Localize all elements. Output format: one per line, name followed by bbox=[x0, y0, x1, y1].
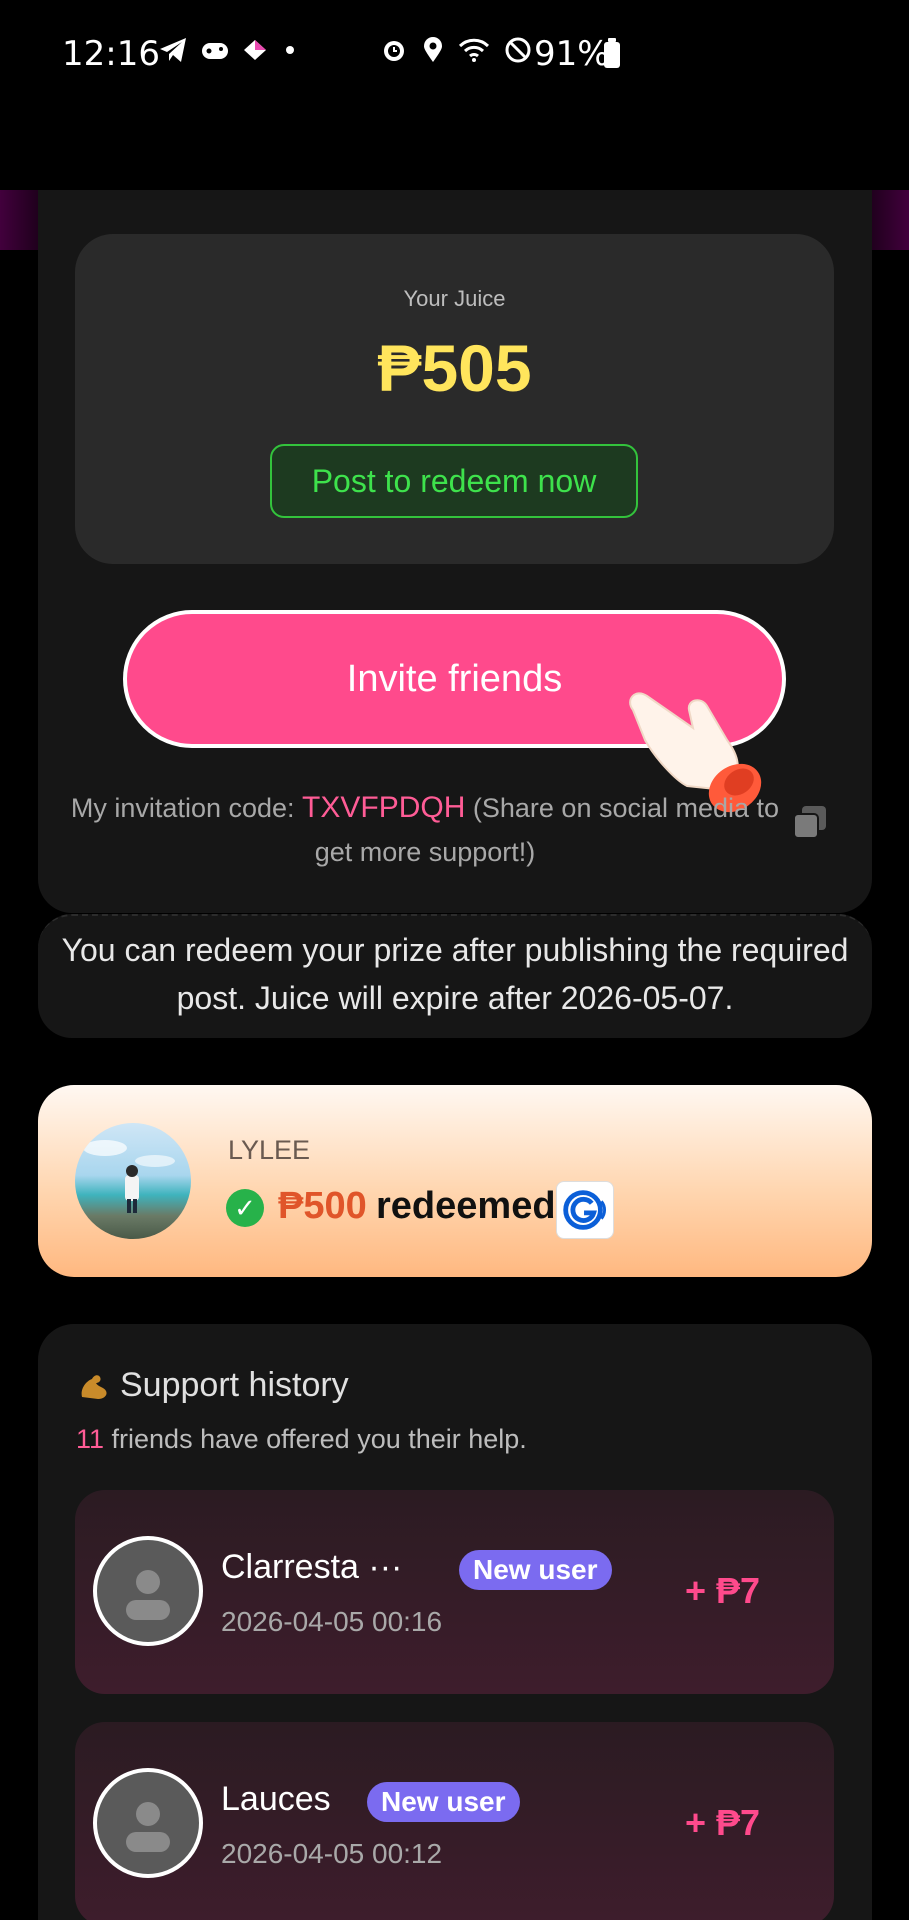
battery-level: 91% bbox=[534, 34, 610, 74]
default-user-icon bbox=[126, 1802, 170, 1852]
post-to-redeem-button[interactable]: Post to redeem now bbox=[270, 444, 638, 518]
telegram-icon bbox=[160, 38, 186, 62]
banner-redeemed-text: redeemed bbox=[376, 1185, 556, 1227]
notification-icons bbox=[158, 36, 300, 64]
support-date: 2026-04-05 00:16 bbox=[221, 1606, 443, 1637]
support-date: 2026-04-05 00:12 bbox=[221, 1838, 443, 1869]
invitation-code-prefix: My invitation code: bbox=[70, 793, 303, 823]
avatar bbox=[75, 1123, 191, 1239]
support-history-subtitle: 11 friends have offered you their help. bbox=[76, 1424, 527, 1455]
list-item[interactable]: Lauces New user 2026-04-05 00:12 + ₱7 bbox=[75, 1722, 834, 1920]
dot-icon bbox=[286, 46, 294, 54]
list-item[interactable]: Clarresta ··· New user 2026-04-05 00:16 … bbox=[75, 1490, 834, 1694]
support-history-subtitle-text: friends have offered you their help. bbox=[104, 1424, 527, 1454]
dnd-icon bbox=[505, 37, 531, 63]
alarm-icon bbox=[384, 41, 404, 61]
wifi-icon bbox=[458, 38, 490, 62]
avatar bbox=[93, 1536, 203, 1646]
avatar bbox=[93, 1768, 203, 1878]
supporter-name: Lauces bbox=[221, 1780, 331, 1818]
juice-box: Your Juice ₱505 Post to redeem now bbox=[75, 234, 834, 564]
status-time: 12:16 bbox=[62, 34, 160, 74]
check-circle-icon: ✓ bbox=[226, 1189, 264, 1227]
location-icon bbox=[424, 37, 442, 62]
juice-label: Your Juice bbox=[403, 286, 506, 311]
new-user-badge: New user bbox=[367, 1782, 520, 1822]
supporter-name: Clarresta ··· bbox=[221, 1548, 403, 1586]
battery-icon bbox=[604, 38, 620, 68]
invite-friends-label: Invite friends bbox=[346, 657, 563, 700]
friends-count: 11 bbox=[76, 1424, 105, 1454]
support-history-card: Support history 11 friends have offered … bbox=[38, 1324, 872, 1920]
default-user-icon bbox=[126, 1570, 170, 1620]
game-controller-icon bbox=[202, 43, 228, 59]
banner-amount: ₱500 bbox=[278, 1185, 367, 1227]
expiry-notice-text: You can redeem your prize after publishi… bbox=[61, 932, 849, 1016]
system-icons bbox=[380, 36, 532, 64]
invitation-code-line: My invitation code: TXVFPDQH (Share on s… bbox=[70, 786, 780, 874]
status-bar: 12:16 91% bbox=[0, 0, 909, 110]
support-history-title-text: Support history bbox=[120, 1366, 349, 1404]
support-history-title: Support history bbox=[78, 1366, 349, 1405]
juice-amount: ₱505 bbox=[377, 331, 532, 405]
expiry-notice: You can redeem your prize after publishi… bbox=[38, 914, 872, 1038]
invitation-code[interactable]: TXVFPDQH bbox=[302, 791, 465, 824]
flexed-biceps-icon bbox=[81, 1374, 107, 1399]
reward-amount: + ₱7 bbox=[685, 1802, 761, 1843]
redeem-banner: LYLEE ✓ ₱500 redeemed bbox=[38, 1085, 872, 1277]
gcash-logo-icon bbox=[556, 1181, 614, 1239]
copy-icon[interactable] bbox=[792, 804, 828, 840]
beach-photo-icon bbox=[83, 1140, 175, 1213]
banner-username: LYLEE bbox=[228, 1135, 311, 1165]
reward-amount: + ₱7 bbox=[685, 1570, 761, 1611]
diamond-app-icon bbox=[244, 40, 266, 60]
new-user-badge: New user bbox=[459, 1550, 612, 1590]
